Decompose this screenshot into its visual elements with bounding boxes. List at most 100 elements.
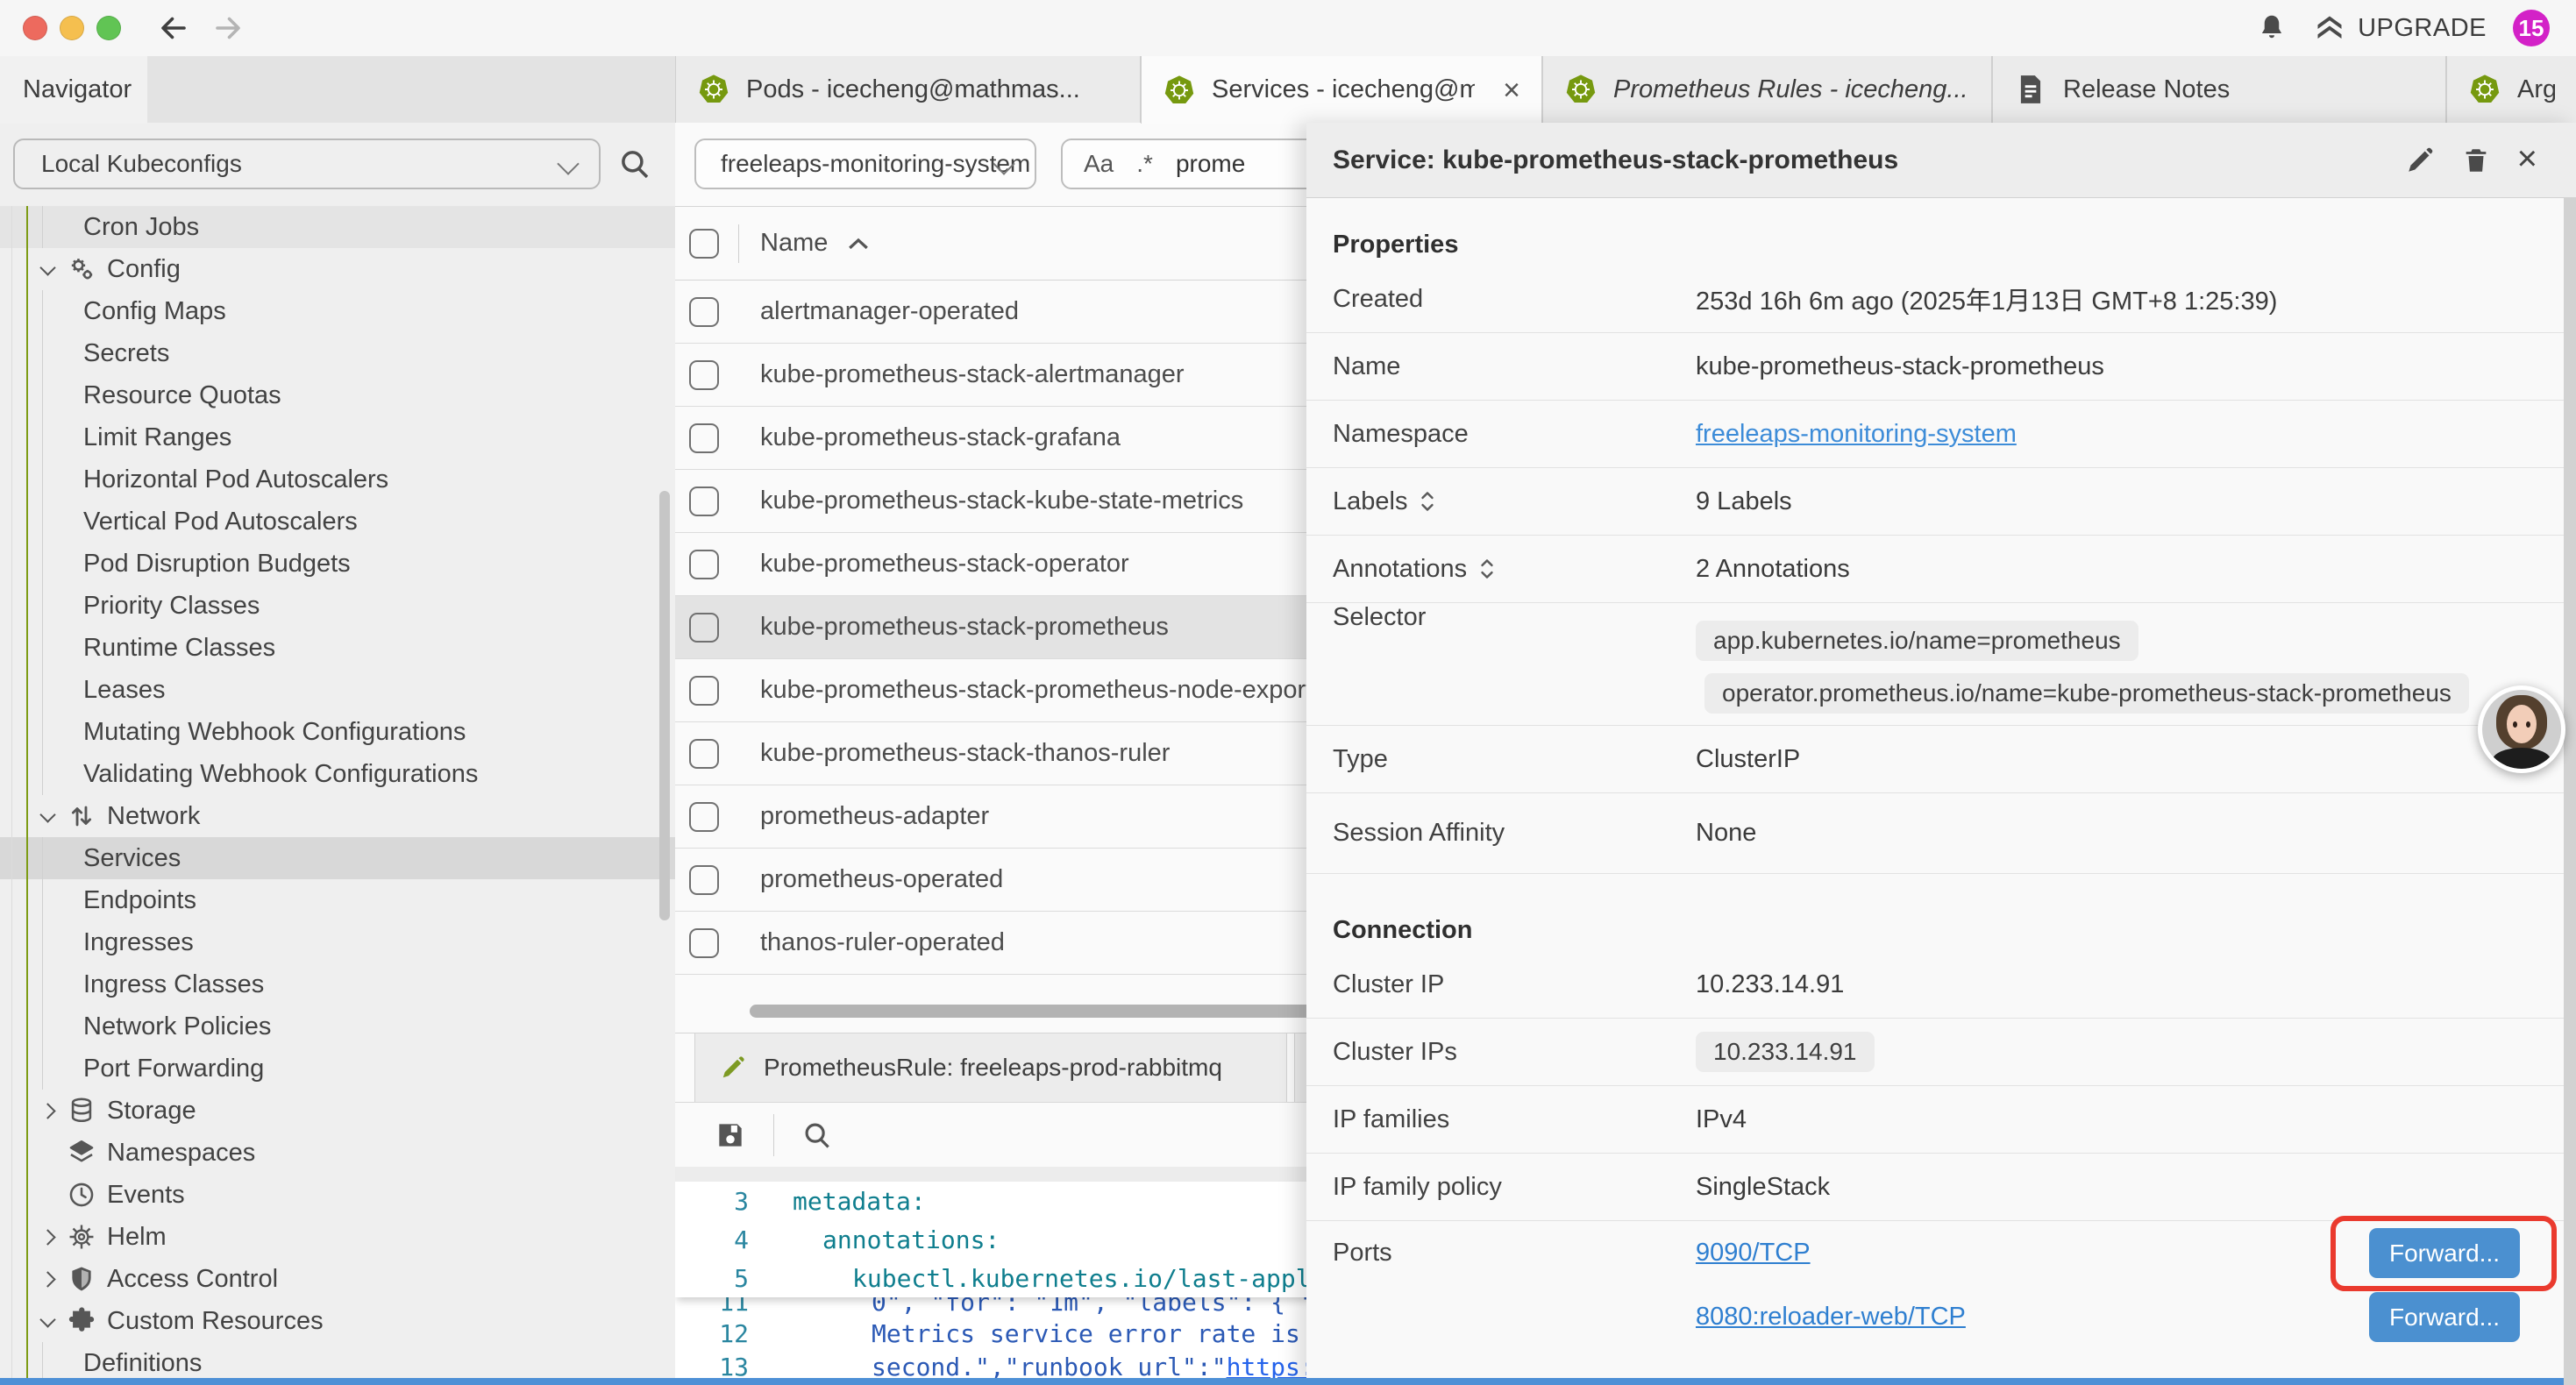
sidebar-item-priority-classes[interactable]: Priority Classes	[0, 585, 675, 627]
row-checkbox[interactable]	[689, 360, 719, 390]
sort-ascending-icon[interactable]	[847, 236, 870, 252]
sidebar-item-config[interactable]: Config	[0, 248, 675, 290]
detail-row-type: TypeClusterIP	[1306, 726, 2564, 793]
minimize-window-button[interactable]	[60, 16, 84, 40]
namespace-link[interactable]: freeleaps-monitoring-system	[1696, 420, 2017, 449]
name-column-header[interactable]: Name	[760, 229, 828, 258]
tab-release-notes[interactable]: Release Notes	[1992, 56, 2446, 123]
tab-navigator[interactable]: Navigator	[0, 56, 147, 124]
tab-bar: Pods - icecheng@mathmas...Services - ice…	[675, 56, 2576, 123]
chevron-down-icon[interactable]	[40, 1312, 58, 1330]
detail-label: Session Affinity	[1333, 819, 1696, 848]
sidebar-item-network-policies[interactable]: Network Policies	[0, 1005, 675, 1048]
row-checkbox[interactable]	[689, 676, 719, 706]
forward-button[interactable]: Forward...	[2369, 1292, 2520, 1342]
row-checkbox[interactable]	[689, 487, 719, 516]
match-case-toggle[interactable]: Aa	[1084, 150, 1114, 178]
sidebar-item-storage[interactable]: Storage	[0, 1090, 675, 1132]
notification-count-badge[interactable]: 15	[2513, 10, 2550, 46]
sidebar-item-secrets[interactable]: Secrets	[0, 332, 675, 374]
row-checkbox[interactable]	[689, 423, 719, 453]
row-checkbox[interactable]	[689, 613, 719, 643]
sidebar-item-vertical-pod-autoscalers[interactable]: Vertical Pod Autoscalers	[0, 501, 675, 543]
detail-label-text: IP family policy	[1333, 1173, 1502, 1202]
back-icon[interactable]	[158, 12, 189, 44]
close-icon[interactable]: ×	[2517, 141, 2537, 176]
sidebar-item-validating-webhook-configurations[interactable]: Validating Webhook Configurations	[0, 753, 675, 795]
forward-icon[interactable]	[212, 12, 244, 44]
sidebar-item-custom-resources[interactable]: Custom Resources	[0, 1300, 675, 1342]
close-window-button[interactable]	[23, 16, 47, 40]
sidebar-item-ingresses[interactable]: Ingresses	[0, 921, 675, 963]
chevron-right-icon[interactable]	[40, 1102, 58, 1119]
avatar[interactable]	[2478, 685, 2565, 773]
port-entry: Ports9090/TCPForward...	[1306, 1221, 2564, 1285]
sidebar-item-resource-quotas[interactable]: Resource Quotas	[0, 374, 675, 416]
row-checkbox[interactable]	[689, 802, 719, 832]
editor-search-icon[interactable]	[801, 1119, 834, 1152]
sidebar-search-icon[interactable]	[616, 146, 653, 182]
tab-services-icecheng-math[interactable]: Services - icecheng@math...×	[1141, 56, 1542, 124]
kubeconfig-selector[interactable]: Local Kubeconfigs	[13, 138, 601, 189]
sidebar-item-endpoints[interactable]: Endpoints	[0, 879, 675, 921]
detail-value: 253d 16h 6m ago (2025年1月13日 GMT+8 1:25:3…	[1696, 281, 2277, 317]
sidebar-item-horizontal-pod-autoscalers[interactable]: Horizontal Pod Autoscalers	[0, 458, 675, 501]
sidebar-item-label: Runtime Classes	[83, 634, 275, 663]
sidebar-item-label: Resource Quotas	[83, 381, 281, 410]
chevron-right-icon[interactable]	[40, 1270, 58, 1288]
regex-toggle[interactable]: .*	[1136, 150, 1153, 178]
sidebar-item-runtime-classes[interactable]: Runtime Classes	[0, 627, 675, 669]
row-checkbox[interactable]	[689, 928, 719, 958]
chevron-right-icon[interactable]	[40, 1228, 58, 1246]
row-checkbox[interactable]	[689, 550, 719, 579]
close-icon[interactable]: ×	[1503, 75, 1520, 105]
notifications-bell-icon[interactable]	[2256, 12, 2288, 44]
sidebar-scrollbar[interactable]	[659, 491, 670, 920]
horizontal-scrollbar[interactable]	[750, 1005, 1355, 1018]
tab-prometheus-rules-icecheng[interactable]: Prometheus Rules - icecheng...	[1542, 56, 1992, 123]
sidebar-item-mutating-webhook-configurations[interactable]: Mutating Webhook Configurations	[0, 711, 675, 753]
chevron-down-icon[interactable]	[40, 260, 58, 278]
save-icon[interactable]	[714, 1119, 747, 1152]
code-token: annotations:	[822, 1225, 1000, 1254]
delete-trash-icon[interactable]	[2461, 146, 2491, 175]
detail-row-selector: Selectorapp.kubernetes.io/name=prometheu…	[1306, 603, 2564, 726]
sidebar-item-cron-jobs[interactable]: Cron Jobs	[0, 206, 675, 248]
port-link[interactable]: 8080:reloader-web/TCP	[1696, 1303, 1966, 1332]
namespace-filter-select[interactable]: freeleaps-monitoring-system	[694, 138, 1036, 189]
sidebar-item-port-forwarding[interactable]: Port Forwarding	[0, 1048, 675, 1090]
editor-tab-prometheusrule-freeleaps-prod-rabbitmq[interactable]: PrometheusRule: freeleaps-prod-rabbitmq	[694, 1033, 1287, 1102]
detail-label-text: Cluster IPs	[1333, 1038, 1457, 1067]
detail-row-created: Created253d 16h 6m ago (2025年1月13日 GMT+8…	[1306, 266, 2564, 333]
row-checkbox[interactable]	[689, 865, 719, 895]
sidebar-item-services[interactable]: Services	[0, 837, 675, 879]
tab-argo-se[interactable]: Argo Se	[2446, 56, 2576, 123]
sidebar-item-config-maps[interactable]: Config Maps	[0, 290, 675, 332]
sidebar-item-label: Config Maps	[83, 297, 226, 326]
row-checkbox[interactable]	[689, 739, 719, 769]
sidebar-item-leases[interactable]: Leases	[0, 669, 675, 711]
tab-pods-icecheng-mathmas[interactable]: Pods - icecheng@mathmas...	[675, 56, 1141, 123]
edit-pencil-icon[interactable]	[2405, 146, 2435, 175]
toolbar-divider	[773, 1114, 774, 1156]
sidebar-item-pod-disruption-budgets[interactable]: Pod Disruption Budgets	[0, 543, 675, 585]
select-all-checkbox[interactable]	[689, 229, 719, 259]
code-text: kubectl.kubernetes.io/last-applied-co	[765, 1264, 1399, 1293]
chevron-down-icon[interactable]	[40, 807, 58, 825]
panel-scrollbar[interactable]	[2564, 197, 2576, 1385]
sidebar-item-network[interactable]: Network	[0, 795, 675, 837]
sidebar-item-namespaces[interactable]: Namespaces	[0, 1132, 675, 1174]
port-link[interactable]: 9090/TCP	[1696, 1239, 1811, 1268]
forward-button[interactable]: Forward...	[2369, 1228, 2520, 1278]
sidebar-item-events[interactable]: Events	[0, 1174, 675, 1216]
sidebar-item-helm[interactable]: Helm	[0, 1216, 675, 1258]
detail-label: Cluster IPs	[1333, 1038, 1696, 1067]
tab-strip-spacer	[147, 56, 675, 123]
window-controls	[23, 16, 121, 40]
sidebar-item-access-control[interactable]: Access Control	[0, 1258, 675, 1300]
row-checkbox[interactable]	[689, 297, 719, 327]
upgrade-button[interactable]: UPGRADE	[2314, 12, 2487, 44]
zoom-window-button[interactable]	[96, 16, 121, 40]
sidebar-item-ingress-classes[interactable]: Ingress Classes	[0, 963, 675, 1005]
sidebar-item-limit-ranges[interactable]: Limit Ranges	[0, 416, 675, 458]
